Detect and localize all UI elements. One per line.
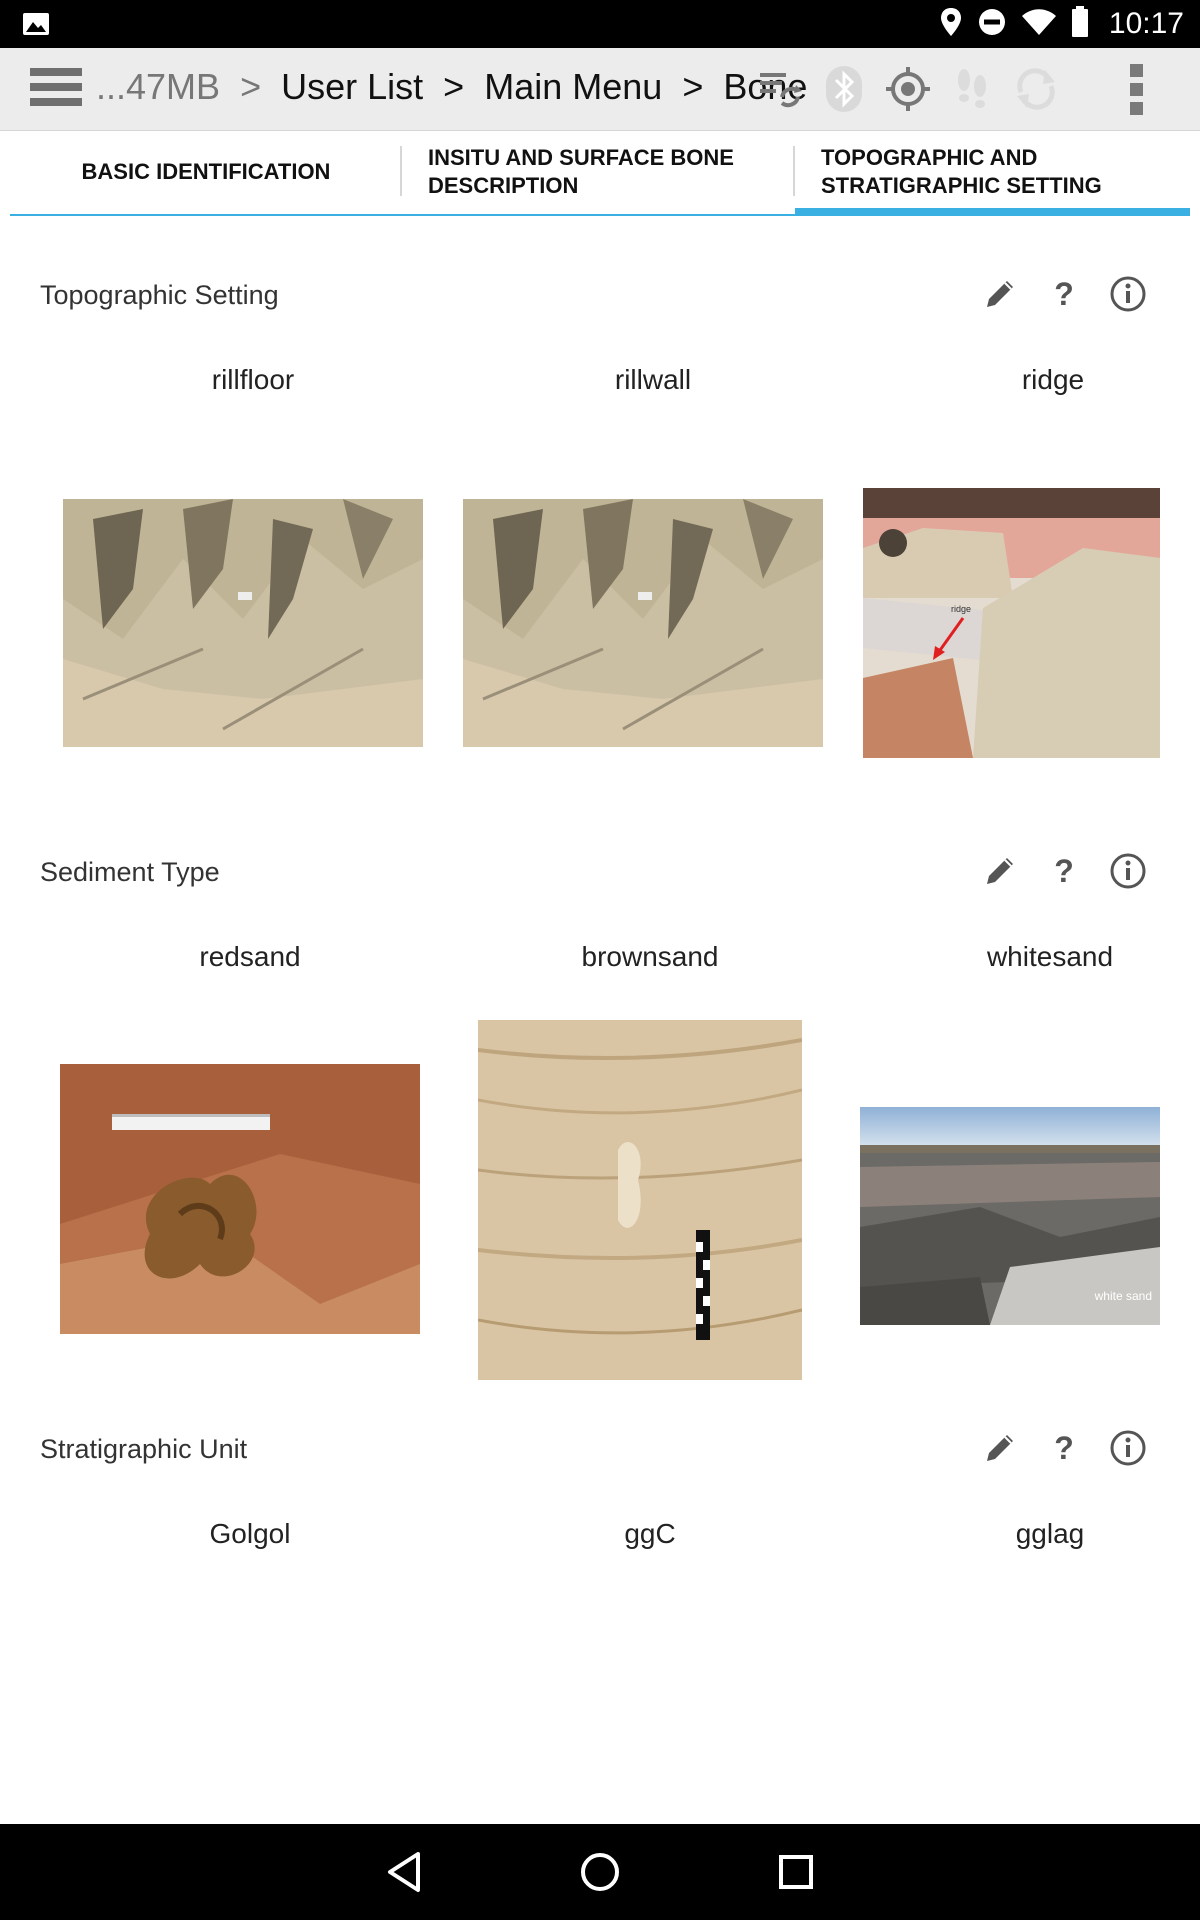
option-label[interactable]: Golgol (70, 1518, 430, 1550)
location-icon (939, 7, 963, 42)
section-sediment-type: Sediment Type ? redsand brownsand whites… (10, 793, 1190, 1380)
option-label: redsand (199, 941, 301, 972)
gallery-icon (22, 12, 50, 41)
rill-landscape-photo[interactable] (463, 499, 823, 747)
breadcrumb-item-main-menu[interactable]: Main Menu (484, 66, 662, 107)
option-label: whitesand (986, 941, 1114, 972)
home-icon[interactable] (572, 1844, 628, 1900)
clock: 10:17 (1108, 7, 1184, 40)
tab-bar: BASIC IDENTIFICATION INSITU AND SURFACE … (10, 130, 1190, 216)
breadcrumb-item-user-list[interactable]: User List (281, 66, 423, 107)
section-title: Topographic Setting (40, 280, 279, 310)
status-bar: 10:17 (0, 0, 1200, 48)
edit-icon[interactable] (982, 853, 1018, 889)
red-sand-photo[interactable] (60, 1064, 420, 1334)
tab-label-line1: INSITU AND SURFACE BONE (428, 145, 734, 170)
breadcrumb: ...47MB > User List > Main Menu > Bone (96, 66, 807, 108)
gps-icon[interactable] (883, 64, 933, 114)
footsteps-icon[interactable] (947, 64, 997, 114)
help-icon[interactable]: ? (1046, 276, 1082, 312)
form-content: Topographic Setting ? rillfloor rillwall… (10, 216, 1190, 1824)
ridge-annotation: ridge (951, 604, 971, 614)
section-title: Stratigraphic Unit (40, 1434, 248, 1464)
bluetooth-icon[interactable] (819, 64, 869, 114)
white-sand-photo[interactable]: white sand (860, 1107, 1160, 1325)
sync-settings-icon[interactable] (755, 64, 805, 114)
section-topographic-setting: Topographic Setting ? rillfloor rillwall… (10, 216, 1190, 796)
edit-icon[interactable] (982, 1430, 1018, 1466)
option-label[interactable]: ggC (470, 1518, 830, 1550)
info-icon[interactable] (1110, 853, 1146, 889)
tab-topographic-and-stratigraphic-setting[interactable]: TOPOGRAPHIC AND STRATIGRAPHIC SETTING (795, 130, 1190, 216)
tab-label-line2: DESCRIPTION (428, 173, 579, 198)
tab-label-line2: STRATIGRAPHIC SETTING (821, 173, 1102, 198)
option-label: rillfloor (211, 364, 295, 395)
brown-sand-photo[interactable] (478, 1020, 802, 1380)
help-icon[interactable]: ? (1046, 853, 1082, 889)
back-icon[interactable] (376, 1844, 432, 1900)
help-icon[interactable]: ? (1046, 1430, 1082, 1466)
tab-basic-identification[interactable]: BASIC IDENTIFICATION (10, 130, 402, 216)
navigation-bar (0, 1824, 1200, 1920)
tab-label: BASIC IDENTIFICATION (81, 159, 331, 184)
info-icon[interactable] (1110, 1430, 1146, 1466)
menu-icon[interactable] (30, 68, 82, 110)
breadcrumb-separator: > (682, 66, 704, 107)
refresh-icon[interactable] (1011, 64, 1061, 114)
breadcrumb-storage: ...47MB (96, 66, 221, 107)
info-icon[interactable] (1110, 276, 1146, 312)
overflow-menu-icon[interactable] (1130, 64, 1144, 116)
option-label[interactable]: gglag (870, 1518, 1200, 1550)
action-bar: ...47MB > User List > Main Menu > Bone (0, 48, 1200, 131)
option-label: brownsand (581, 941, 719, 972)
do-not-disturb-icon (977, 7, 1007, 42)
option-label: ridge (1021, 364, 1085, 395)
wifi-icon (1021, 8, 1057, 41)
breadcrumb-separator: > (240, 66, 262, 107)
tab-label-line1: TOPOGRAPHIC AND (821, 145, 1038, 170)
recents-icon[interactable] (768, 1844, 824, 1900)
rill-landscape-photo[interactable] (63, 499, 423, 747)
photo-caption: white sand (1094, 1289, 1152, 1303)
option-label: rillwall (614, 364, 692, 395)
tab-insitu-and-surface-bone-description[interactable]: INSITU AND SURFACE BONE DESCRIPTION (402, 130, 795, 216)
edit-icon[interactable] (982, 276, 1018, 312)
battery-icon (1071, 5, 1089, 43)
ridge-photo[interactable]: ridge (863, 488, 1160, 758)
section-title: Sediment Type (40, 857, 220, 887)
breadcrumb-separator: > (443, 66, 465, 107)
section-stratigraphic-unit: Stratigraphic Unit ? Golgol ggC gglag (10, 1370, 1190, 1670)
